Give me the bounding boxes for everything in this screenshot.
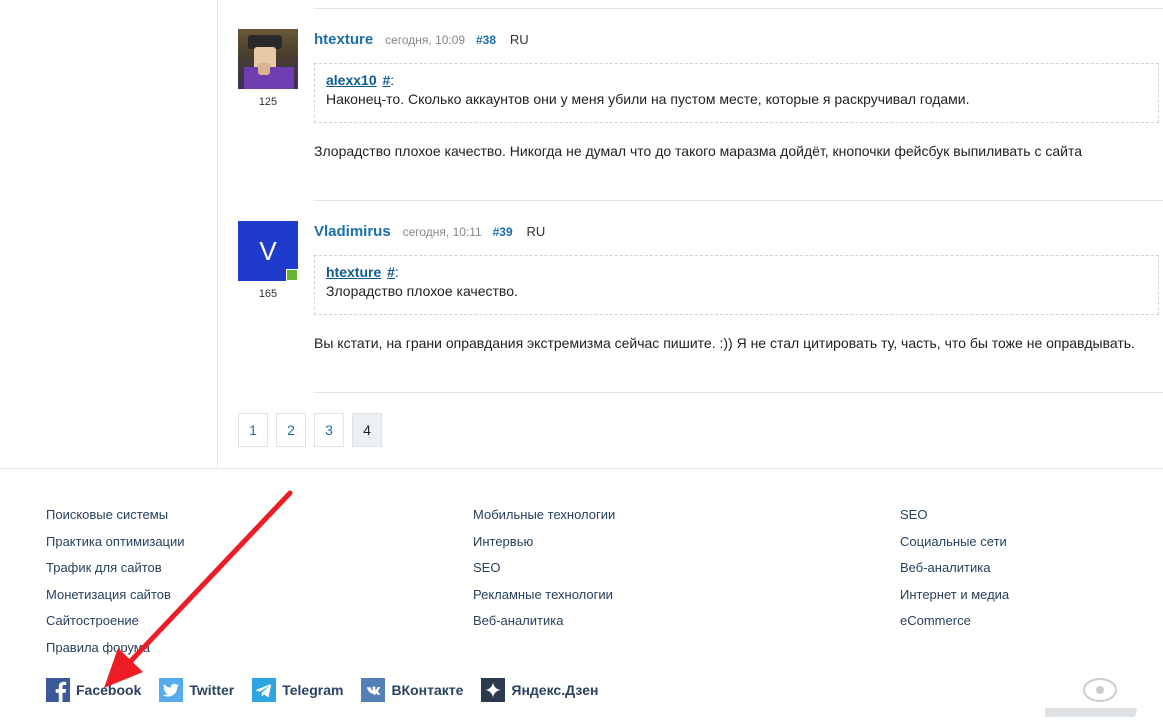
reputation-count: 125 [258, 96, 278, 108]
footer-link[interactable]: Мобильные технологии [473, 507, 615, 534]
divider [314, 392, 1163, 393]
quote-text: Злорадство плохое качество. [326, 283, 518, 299]
footer-links-column: SEO Социальные сети Веб-аналитика Интерн… [900, 507, 1009, 640]
post-header: Vladimirus сегодня, 10:11 #39 RU [314, 223, 545, 240]
footer-link[interactable]: eCommerce [900, 613, 1009, 640]
footer-link[interactable]: Интернет и медиа [900, 587, 1009, 614]
twitter-icon [159, 678, 184, 702]
divider [314, 8, 1163, 9]
avatar[interactable] [238, 29, 298, 89]
left-column [0, 0, 218, 468]
divider [314, 200, 1163, 201]
page-link-3[interactable]: 3 [314, 413, 344, 447]
social-label: Twitter [189, 682, 235, 698]
post-body: Злорадство плохое качество. Никогда не д… [314, 143, 1083, 159]
watermark-logo [1045, 678, 1138, 717]
footer-link[interactable]: SEO [473, 560, 615, 587]
footer-link[interactable]: SEO [900, 507, 1009, 534]
zen-icon [481, 678, 506, 702]
footer-link[interactable]: Социальные сети [900, 534, 1009, 561]
footer-link[interactable]: Поисковые системы [46, 507, 185, 534]
quote-colon: : [390, 72, 395, 88]
quote-text: Наконец-то. Сколько аккаунтов они у меня… [326, 91, 970, 107]
footer-link[interactable]: Монетизация сайтов [46, 587, 185, 614]
social-label: Telegram [282, 682, 344, 698]
footer-link[interactable]: Практика оптимизации [46, 534, 185, 561]
footer-links-column: Мобильные технологии Интервью SEO Реклам… [473, 507, 615, 640]
social-links: Facebook Twitter Telegram ВКонтакте Янде… [46, 678, 616, 702]
footer-link[interactable]: Интервью [473, 534, 615, 561]
facebook-icon [46, 678, 70, 702]
social-label: Facebook [76, 682, 142, 698]
quote-block: alexx10 #: Наконец-то. Сколько аккаунтов… [314, 63, 1159, 123]
social-label: Яндекс.Дзен [511, 682, 599, 698]
quote-block: htexture #: Злорадство плохое качество. [314, 255, 1159, 315]
thread-content: 125 htexture сегодня, 10:09 #38 RU alexx… [218, 0, 1163, 468]
avatar-letter: V [259, 236, 277, 266]
page-link-2[interactable]: 2 [276, 413, 306, 447]
social-link-facebook[interactable]: Facebook [46, 678, 141, 702]
vk-icon [361, 678, 386, 702]
avatar[interactable]: V [238, 221, 298, 281]
quote-author-link[interactable]: alexx10 [326, 72, 377, 88]
pagination: 1 2 3 4 [238, 413, 382, 447]
footer-link[interactable]: Веб-аналитика [900, 560, 1009, 587]
social-link-twitter[interactable]: Twitter [159, 678, 234, 702]
post-body: Вы кстати, на грани оправдания экстремиз… [314, 335, 1135, 351]
footer-link[interactable]: Веб-аналитика [473, 613, 615, 640]
post-date: сегодня, 10:09 [385, 33, 466, 47]
author-link[interactable]: htexture [314, 31, 373, 48]
quote-colon: : [394, 264, 399, 280]
footer-link[interactable]: Сайтостроение [46, 613, 185, 640]
post-header: htexture сегодня, 10:09 #38 RU [314, 31, 529, 48]
footer-links-column: Поисковые системы Практика оптимизации Т… [46, 507, 185, 666]
reputation-count: 165 [258, 288, 278, 300]
site-footer: Поисковые системы Практика оптимизации Т… [0, 468, 1163, 726]
quote-source-link[interactable]: # [387, 264, 395, 280]
telegram-icon [252, 678, 277, 702]
post-date: сегодня, 10:11 [402, 225, 482, 239]
footer-link[interactable]: Рекламные технологии [473, 587, 615, 614]
social-label: ВКонтакте [391, 682, 464, 698]
footer-link[interactable]: Правила форума [46, 640, 185, 667]
quote-author-link[interactable]: htexture [326, 264, 381, 280]
social-link-zen[interactable]: Яндекс.Дзен [481, 678, 598, 702]
post-number-link[interactable]: #38 [476, 33, 496, 47]
page-current-4: 4 [352, 413, 382, 447]
footer-link[interactable]: Трафик для сайтов [46, 560, 185, 587]
social-link-vk[interactable]: ВКонтакте [361, 678, 463, 702]
page-link-1[interactable]: 1 [238, 413, 268, 447]
language-badge: RU [526, 224, 546, 239]
social-link-telegram[interactable]: Telegram [252, 678, 343, 702]
language-badge: RU [509, 32, 529, 47]
online-indicator [286, 269, 298, 281]
post-number-link[interactable]: #39 [493, 225, 513, 239]
author-link[interactable]: Vladimirus [314, 223, 391, 240]
